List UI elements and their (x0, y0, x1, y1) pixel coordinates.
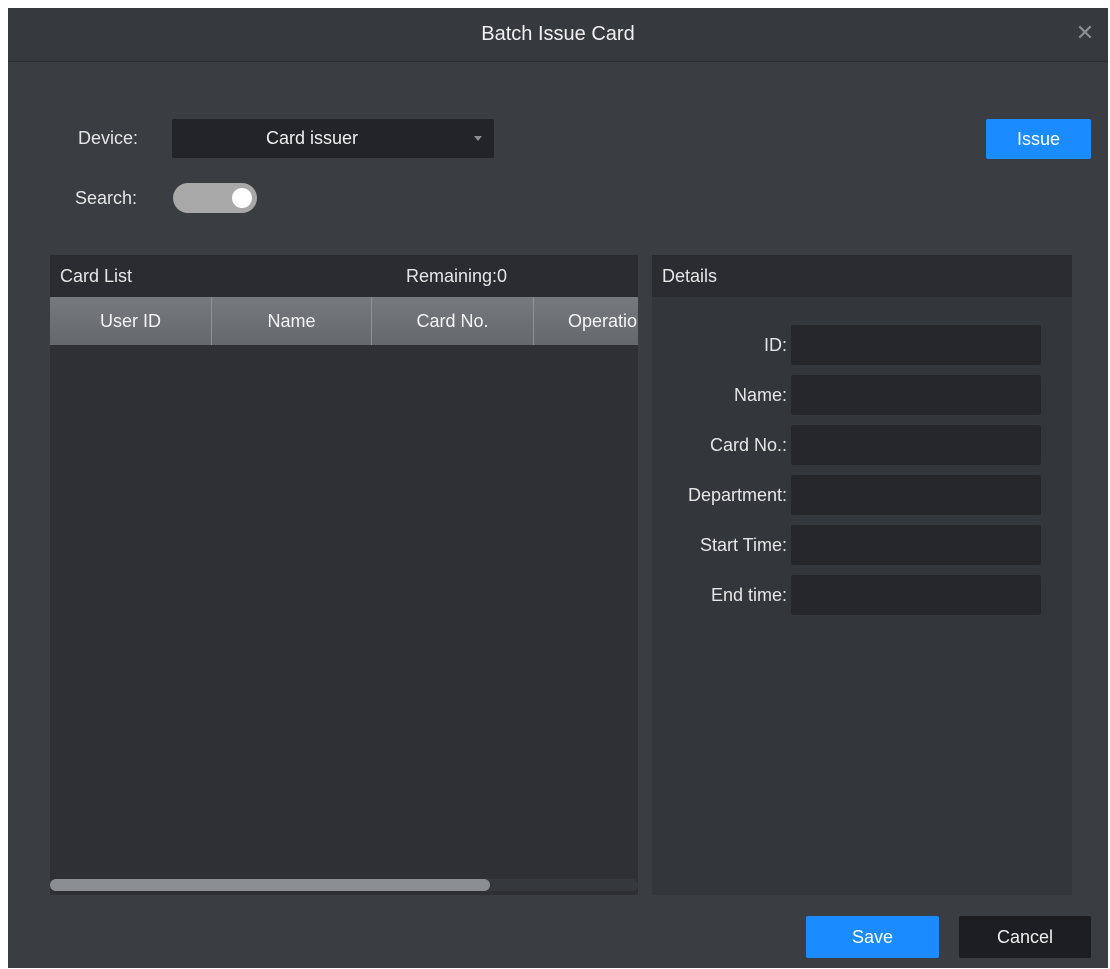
department-label: Department: (687, 485, 787, 505)
column-header-card-no[interactable]: Card No. (372, 297, 534, 345)
card-list-panel: Card List Remaining:0 User ID Name Card … (50, 255, 638, 895)
name-label: Name: (733, 385, 787, 405)
card-no-field[interactable] (791, 425, 1041, 465)
column-header-operation[interactable]: Operation (534, 297, 638, 345)
end-time-label: End time: (710, 585, 787, 605)
device-selected-value: Card issuer (265, 128, 359, 148)
column-header-name[interactable]: Name (212, 297, 372, 345)
end-time-field[interactable] (791, 575, 1041, 615)
title-bar: Batch Issue Card ✕ (8, 8, 1108, 62)
details-header: Details (652, 255, 1072, 297)
field-row-department: Department: (652, 475, 1072, 515)
device-label: Device: (78, 128, 139, 148)
toggle-knob (232, 188, 252, 208)
start-time-field[interactable] (791, 525, 1041, 565)
table-header: User ID Name Card No. Operation (50, 297, 638, 345)
start-time-label: Start Time: (699, 535, 787, 555)
details-title: Details (662, 266, 718, 286)
id-field[interactable] (791, 325, 1041, 365)
id-label: ID: (763, 335, 787, 355)
department-field[interactable] (791, 475, 1041, 515)
device-dropdown[interactable]: Card issuer (172, 119, 494, 158)
scrollbar-thumb[interactable] (50, 879, 490, 891)
name-field[interactable] (791, 375, 1041, 415)
chevron-down-icon (474, 136, 482, 141)
issue-button[interactable]: Issue (986, 119, 1091, 159)
card-no-label: Card No.: (709, 435, 787, 455)
cancel-button[interactable]: Cancel (959, 916, 1091, 958)
dialog-title: Batch Issue Card (481, 23, 635, 45)
field-row-id: ID: (652, 325, 1072, 365)
search-label: Search: (75, 188, 138, 208)
details-panel: Details ID: Name: Card No.: Department: … (652, 255, 1072, 895)
field-row-end-time: End time: (652, 575, 1072, 615)
batch-issue-card-dialog: Batch Issue Card ✕ Device: Card issuer S… (8, 8, 1108, 968)
field-row-name: Name: (652, 375, 1072, 415)
save-button[interactable]: Save (806, 916, 939, 958)
remaining-count: Remaining:0 (406, 266, 508, 286)
search-toggle[interactable] (173, 183, 257, 213)
field-row-card-no: Card No.: (652, 425, 1072, 465)
card-list-title: Card List (60, 266, 133, 286)
close-icon[interactable]: ✕ (1070, 18, 1100, 48)
column-header-user-id[interactable]: User ID (50, 297, 212, 345)
card-list-header: Card List Remaining:0 (50, 255, 638, 297)
field-row-start-time: Start Time: (652, 525, 1072, 565)
horizontal-scrollbar[interactable] (50, 879, 638, 891)
